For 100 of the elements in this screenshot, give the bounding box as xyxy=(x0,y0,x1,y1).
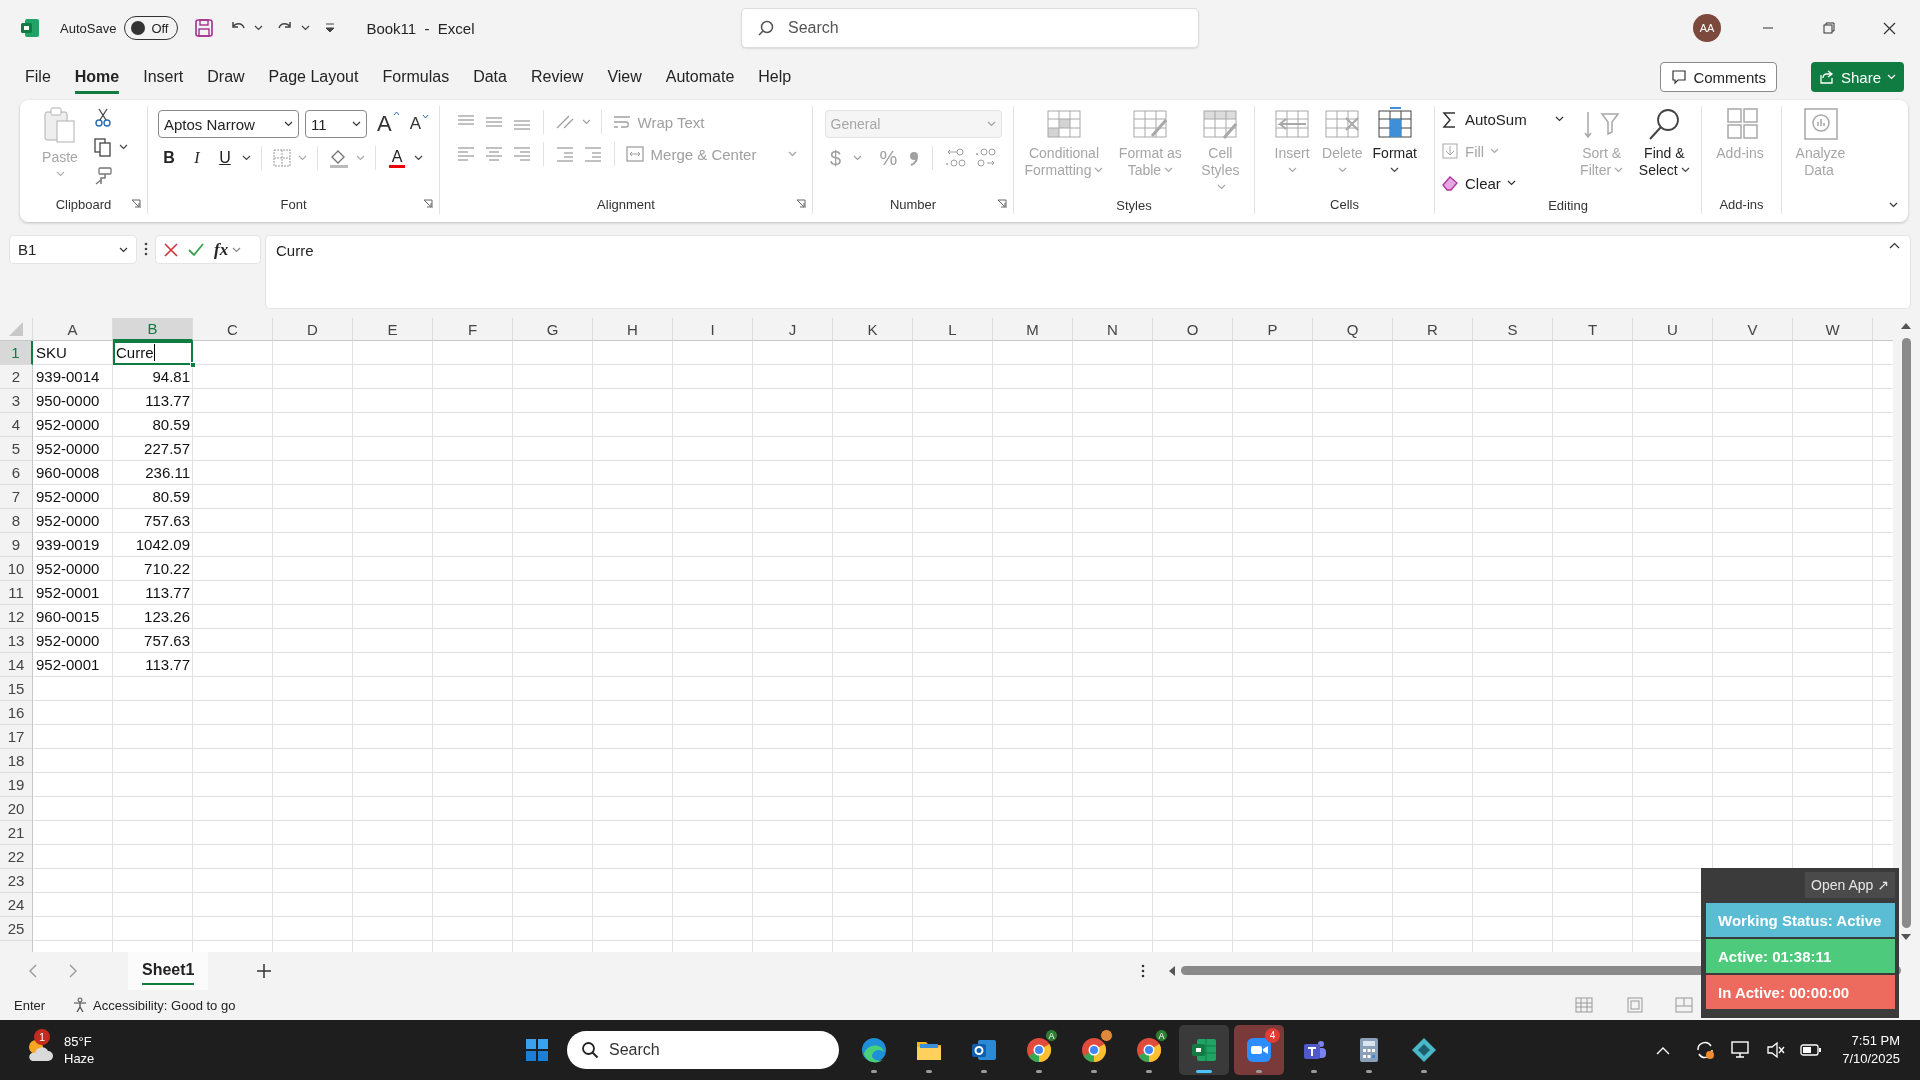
search-field[interactable]: Search xyxy=(741,8,1199,48)
shrink-font-button[interactable]: A xyxy=(409,114,429,134)
row-header[interactable]: 1 xyxy=(0,341,33,365)
taskbar-button[interactable]: 4 xyxy=(1234,1025,1284,1075)
row-header[interactable]: 15 xyxy=(0,677,33,701)
font-color-button[interactable]: A xyxy=(386,146,408,170)
add-sheet-icon[interactable] xyxy=(256,963,273,979)
row-header[interactable]: 21 xyxy=(0,821,33,845)
show-hidden-icons-icon[interactable] xyxy=(1656,1045,1671,1055)
accessibility-status[interactable]: Accessibility: Good to go xyxy=(93,997,236,1013)
row-header[interactable]: 22 xyxy=(0,845,33,869)
taskbar-button[interactable]: A xyxy=(1014,1025,1064,1075)
copy-icon[interactable] xyxy=(93,137,113,157)
formula-field[interactable]: Curre xyxy=(266,236,1910,308)
user-avatar[interactable]: AA xyxy=(1693,14,1721,42)
column-header[interactable]: R xyxy=(1393,318,1473,341)
ribbon-tab[interactable]: Help xyxy=(758,60,792,94)
row-header[interactable]: 18 xyxy=(0,749,33,773)
ribbon-tab[interactable]: Page Layout xyxy=(268,60,359,94)
italic-button[interactable]: I xyxy=(186,146,208,170)
chevron-down-icon[interactable] xyxy=(1554,116,1564,122)
row-header[interactable]: 2 xyxy=(0,365,33,389)
taskbar-search-field[interactable]: Search xyxy=(567,1031,839,1069)
column-header[interactable]: M xyxy=(993,318,1073,341)
save-icon[interactable] xyxy=(194,18,215,38)
column-header[interactable]: L xyxy=(913,318,993,341)
chevron-down-icon[interactable] xyxy=(1506,180,1516,186)
column-header[interactable]: V xyxy=(1713,318,1793,341)
row-header[interactable]: 23 xyxy=(0,869,33,893)
speaker-muted-icon[interactable] xyxy=(1766,1041,1787,1059)
column-header[interactable]: F xyxy=(433,318,513,341)
ribbon-tab[interactable]: File xyxy=(25,60,51,94)
column-header[interactable]: K xyxy=(833,318,913,341)
ribbon-tab[interactable]: Automate xyxy=(665,60,735,94)
font-size-dropdown[interactable]: 11 xyxy=(305,110,367,138)
scissors-icon[interactable] xyxy=(93,108,113,128)
row-header[interactable]: 4 xyxy=(0,413,33,437)
underline-button[interactable]: U xyxy=(214,146,236,170)
enter-icon[interactable] xyxy=(188,242,204,257)
row-header[interactable]: 25 xyxy=(0,917,33,941)
dialog-launcher-icon[interactable] xyxy=(131,199,141,209)
format-painter-icon[interactable] xyxy=(93,166,113,186)
ribbon-tab[interactable]: Draw xyxy=(207,60,245,94)
column-header[interactable]: J xyxy=(753,318,833,341)
chevron-down-icon[interactable] xyxy=(284,121,293,127)
chevron-down-icon[interactable] xyxy=(1390,167,1400,173)
column-header[interactable]: U xyxy=(1633,318,1713,341)
chevron-down-icon[interactable] xyxy=(301,25,311,31)
column-header[interactable]: N xyxy=(1073,318,1153,341)
column-header[interactable]: E xyxy=(353,318,433,341)
column-header[interactable]: O xyxy=(1153,318,1233,341)
chevron-down-icon[interactable] xyxy=(254,25,264,31)
chevron-down-icon[interactable] xyxy=(119,144,128,150)
ribbon-button[interactable]: Find & Select xyxy=(1633,106,1695,180)
column-header[interactable]: A xyxy=(33,318,113,341)
row-header[interactable]: 3 xyxy=(0,389,33,413)
column-header[interactable]: H xyxy=(593,318,673,341)
sync-icon[interactable] xyxy=(1694,1039,1717,1061)
clock[interactable]: 7:51 PM 7/10/2025 xyxy=(1842,1032,1900,1068)
customize-toolbar-icon[interactable] xyxy=(324,22,337,34)
more-options-icon[interactable] xyxy=(144,242,148,256)
column-header[interactable]: I xyxy=(673,318,753,341)
column-header[interactable]: C xyxy=(193,318,273,341)
column-header[interactable]: Q xyxy=(1313,318,1393,341)
chevron-down-icon[interactable] xyxy=(414,155,423,161)
open-app-button[interactable]: Open App ↗ xyxy=(1805,872,1895,898)
column-header[interactable]: P xyxy=(1233,318,1313,341)
chevron-down-icon[interactable] xyxy=(119,246,128,253)
previous-sheet-icon[interactable] xyxy=(28,964,38,978)
ribbon-button[interactable]: Format xyxy=(1369,106,1420,176)
grow-font-button[interactable]: A xyxy=(377,111,400,137)
row-header[interactable]: 14 xyxy=(0,653,33,677)
collapse-ribbon-icon[interactable] xyxy=(1889,202,1898,208)
dialog-launcher-icon[interactable] xyxy=(997,199,1007,209)
taskbar-button[interactable] xyxy=(1179,1025,1229,1075)
chevron-down-icon[interactable] xyxy=(1680,166,1690,173)
ribbon-button[interactable]: Clear xyxy=(1441,170,1564,196)
ribbon-tab[interactable]: Formulas xyxy=(382,60,450,94)
ribbon-tab[interactable]: Data xyxy=(473,60,507,94)
bold-button[interactable]: B xyxy=(158,146,180,170)
row-header[interactable]: 16 xyxy=(0,701,33,725)
ribbon-tab[interactable]: Review xyxy=(530,60,584,94)
collapse-icon[interactable] xyxy=(1889,242,1900,249)
name-box[interactable]: B1 xyxy=(10,236,136,263)
next-sheet-icon[interactable] xyxy=(68,964,78,978)
dialog-launcher-icon[interactable] xyxy=(423,199,433,209)
battery-icon[interactable] xyxy=(1800,1043,1823,1057)
row-header[interactable]: 20 xyxy=(0,797,33,821)
row-header[interactable]: 5 xyxy=(0,437,33,461)
column-header[interactable]: W xyxy=(1793,318,1873,341)
column-header[interactable]: G xyxy=(513,318,593,341)
share-button[interactable]: Share xyxy=(1810,62,1904,92)
row-header[interactable]: 10 xyxy=(0,557,33,581)
chevron-down-icon[interactable] xyxy=(352,121,361,127)
column-header[interactable]: S xyxy=(1473,318,1553,341)
ribbon-button[interactable]: AutoSum xyxy=(1441,106,1564,132)
cancel-icon[interactable] xyxy=(164,242,178,257)
column-header[interactable]: D xyxy=(273,318,353,341)
sheet-tab[interactable]: Sheet1 xyxy=(128,952,209,990)
font-name-dropdown[interactable]: Aptos Narrow xyxy=(158,110,299,138)
